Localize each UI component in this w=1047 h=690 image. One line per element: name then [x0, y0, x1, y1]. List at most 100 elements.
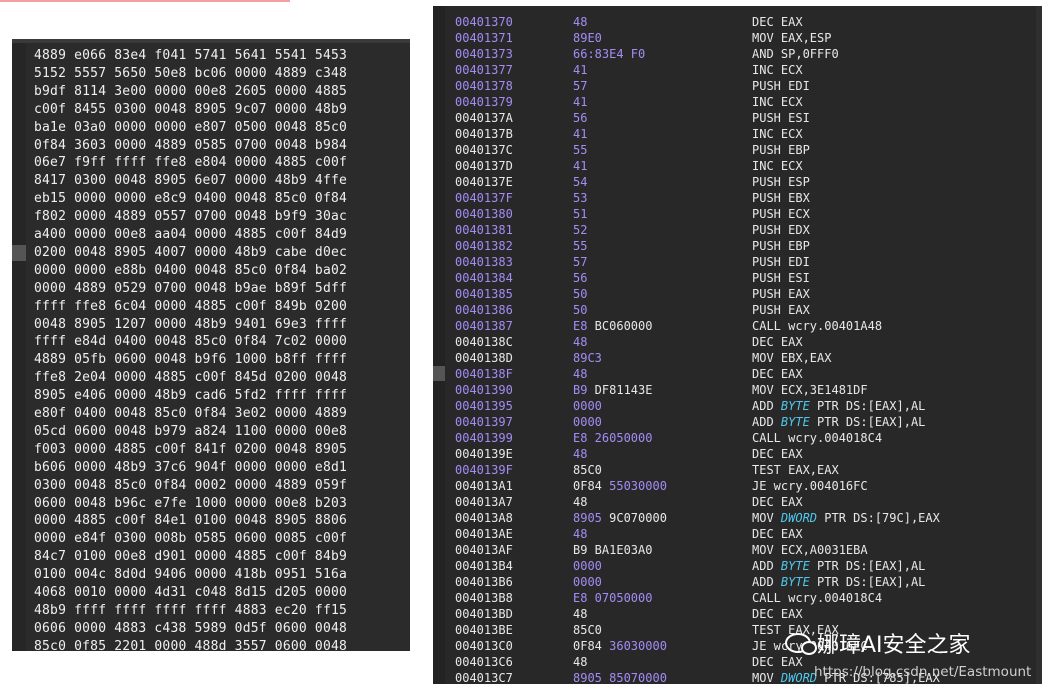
hex-line[interactable]: 8417 0300 0048 8905 6e07 0000 48b9 4ffe — [34, 172, 347, 190]
disasm-scrollbar[interactable] — [1036, 6, 1042, 684]
disasm-row[interactable]: 0040139F 85C0 TEST EAX,EAX — [433, 462, 1033, 478]
hex-line[interactable]: 84c7 0100 00e8 d901 0000 4885 c00f 84b9 — [34, 548, 347, 566]
disasm-row[interactable]: 004013B8 E8 07050000 CALL wcry.004018C4 — [433, 590, 1033, 606]
hex-line[interactable]: 48b9 ffff ffff ffff ffff 4883 ec20 ff15 — [34, 602, 347, 620]
disasm-address: 004013A7 — [455, 495, 513, 509]
disasm-row[interactable]: 0040137D 41 INC ECX — [433, 158, 1033, 174]
disasm-instruction: PUSH ESI — [752, 270, 810, 286]
disasm-row[interactable]: 0040137C 55 PUSH EBP — [433, 142, 1033, 158]
hex-line[interactable]: 85c0 0f85 2201 0000 488d 3557 0600 0048 — [34, 638, 347, 656]
disasm-instruction-text: PUSH ESP — [752, 175, 810, 189]
disasm-row[interactable]: 00401378 57 PUSH EDI — [433, 78, 1033, 94]
disasm-address: 00401399 — [455, 431, 513, 445]
disasm-row[interactable]: 0040138D 89C3 MOV EBX,EAX — [433, 350, 1033, 366]
hex-line[interactable]: f802 0000 4889 0557 0700 0048 b9f9 30ac — [34, 208, 347, 226]
disasm-row[interactable]: 004013AE 48 DEC EAX — [433, 526, 1033, 542]
disasm-row[interactable]: 004013A8 8905 9C070000 MOV DWORD PTR DS:[7… — [433, 510, 1033, 526]
disasm-row[interactable]: 00401399 E8 26050000 CALL wcry.004018C4 — [433, 430, 1033, 446]
disasm-row[interactable]: 00401395 0000 ADD BYTE PTR DS:[EAX],AL — [433, 398, 1033, 414]
hex-line[interactable]: b9df 8114 3e00 0000 00e8 2605 0000 4885 — [34, 83, 347, 101]
hex-line[interactable]: 0000 4885 c00f 84e1 0100 0048 8905 8806 — [34, 512, 347, 530]
disasm-row[interactable]: 00401385 50 PUSH EAX — [433, 286, 1033, 302]
hex-line[interactable]: b606 0000 48b9 37c6 904f 0000 0000 e8d1 — [34, 459, 347, 477]
hex-line[interactable]: 05cd 0600 0048 b979 a824 1100 0000 00e8 — [34, 423, 347, 441]
disasm-row[interactable]: 00401384 56 PUSH ESI — [433, 270, 1033, 286]
disasm-operand-bytes: 26050000 — [587, 431, 653, 445]
disasm-row[interactable]: 0040139E 48 DEC EAX — [433, 446, 1033, 462]
hex-line[interactable]: ba1e 03a0 0000 0000 e807 0500 0048 85c0 — [34, 119, 347, 137]
disasm-row[interactable]: 0040137F 53 PUSH EBX — [433, 190, 1033, 206]
disasm-opcode: 66:83E4 F0 — [573, 47, 646, 61]
hex-line[interactable]: 8905 e406 0000 48b9 cad6 5fd2 ffff ffff — [34, 387, 347, 405]
disasm-row[interactable]: 004013A7 48 DEC EAX — [433, 494, 1033, 510]
disasm-instruction: INC ECX — [752, 94, 803, 110]
disasm-row[interactable]: 00401397 0000 ADD BYTE PTR DS:[EAX],AL — [433, 414, 1033, 430]
disasm-row[interactable]: 0040138F 48 DEC EAX — [433, 366, 1033, 382]
hex-line[interactable]: 0600 0048 b96c e7fe 1000 0000 00e8 b203 — [34, 495, 347, 513]
disasm-row[interactable]: 004013B6 0000 ADD BYTE PTR DS:[EAX],AL — [433, 574, 1033, 590]
disasm-row[interactable]: 00401379 41 INC ECX — [433, 94, 1033, 110]
disasm-row[interactable]: 004013B4 0000 ADD BYTE PTR DS:[EAX],AL — [433, 558, 1033, 574]
disasm-row[interactable]: 00401390 B9 DF81143E MOV ECX,3E1481DF — [433, 382, 1033, 398]
disasm-row[interactable]: 00401373 66:83E4 F0 AND SP,0FFF0 — [433, 46, 1033, 62]
disasm-row[interactable]: 004013AF B9 BA1E03A0 MOV ECX,A0031EBA — [433, 542, 1033, 558]
disasm-opcode: 0000 — [573, 415, 602, 429]
disasm-row[interactable]: 004013A1 0F84 55030000 JE wcry.004016FC — [433, 478, 1033, 494]
disasm-address: 00401371 — [455, 31, 513, 45]
hex-line[interactable]: 4068 0010 0000 4d31 c048 8d15 d205 0000 — [34, 584, 347, 602]
disasm-bytes: 0000 — [573, 414, 602, 430]
disasm-instruction: PUSH ECX — [752, 206, 810, 222]
hex-line[interactable]: 0048 8905 1207 0000 48b9 9401 69e3 ffff — [34, 316, 347, 334]
disasm-address: 0040138F — [455, 367, 513, 381]
disasm-opcode: 0F84 — [573, 479, 602, 493]
hex-line[interactable]: c00f 8455 0300 0048 8905 9c07 0000 48b9 — [34, 101, 347, 119]
disasm-instruction-text: CALL wcry.004018C4 — [752, 431, 883, 445]
disasm-row[interactable]: 0040138C 48 DEC EAX — [433, 334, 1033, 350]
disasm-address: 00401381 — [455, 223, 513, 237]
disasm-row[interactable]: 0040137A 56 PUSH ESI — [433, 110, 1033, 126]
hex-line[interactable]: ffff ffe8 6c04 0000 4885 c00f 849b 0200 — [34, 298, 347, 316]
hex-line[interactable]: 0f84 3603 0000 4889 0585 0700 0048 b984 — [34, 137, 347, 155]
disasm-row[interactable]: 004013BD 48 DEC EAX — [433, 606, 1033, 622]
hex-line[interactable]: 0606 0000 4883 c438 5989 0d5f 0600 0048 — [34, 620, 347, 638]
hex-line[interactable]: 5152 5557 5650 50e8 bc06 0000 4889 c348 — [34, 65, 347, 83]
hex-line[interactable]: 06e7 f9ff ffff ffe8 e804 0000 4885 c00f — [34, 154, 347, 172]
hex-line[interactable]: 0300 0048 85c0 0f84 0002 0000 4889 059f — [34, 477, 347, 495]
disasm-row[interactable]: 00401386 50 PUSH EAX — [433, 302, 1033, 318]
disasm-instruction: PUSH EAX — [752, 302, 810, 318]
disasm-row[interactable]: 00401387 E8 BC060000 CALL wcry.00401A48 — [433, 318, 1033, 334]
disasm-row[interactable]: 00401382 55 PUSH EBP — [433, 238, 1033, 254]
disasm-bytes: 53 — [573, 190, 587, 206]
disasm-opcode: 52 — [573, 223, 588, 237]
disasm-row[interactable]: 00401370 48 DEC EAX — [433, 14, 1033, 30]
hex-line[interactable]: 4889 e066 83e4 f041 5741 5641 5541 5453 — [34, 47, 347, 65]
disasm-opcode: E8 — [573, 319, 588, 333]
disasm-bytes: E8 BC060000 — [573, 318, 652, 334]
disasm-address: 004013BE — [455, 623, 513, 637]
hex-line[interactable]: ffe8 2e04 0000 4885 c00f 845d 0200 0048 — [34, 369, 347, 387]
disasm-row[interactable]: 0040137E 54 PUSH ESP — [433, 174, 1033, 190]
hex-line[interactable]: eb15 0000 0000 e8c9 0400 0048 85c0 0f84 — [34, 190, 347, 208]
disasm-instruction: ADD BYTE PTR DS:[EAX],AL — [752, 398, 925, 414]
disasm-opcode: 41 — [573, 127, 588, 141]
hex-line[interactable]: e80f 0400 0048 85c0 0f84 3e02 0000 4889 — [34, 405, 347, 423]
disasm-instruction-text: MOV EAX,ESP — [752, 31, 832, 45]
hex-line[interactable]: f003 0000 4885 c00f 841f 0200 0048 8905 — [34, 441, 347, 459]
disasm-row[interactable]: 00401383 57 PUSH EDI — [433, 254, 1033, 270]
disasm-instruction-text: MOV ECX,3E1481DF — [752, 383, 868, 397]
disasm-row[interactable]: 00401377 41 INC ECX — [433, 62, 1033, 78]
hex-line[interactable]: 0100 004c 8d0d 9406 0000 418b 0951 516a — [34, 566, 347, 584]
disasm-row[interactable]: 00401381 52 PUSH EDX — [433, 222, 1033, 238]
hex-line[interactable]: ffff e84d 0400 0048 85c0 0f84 7c02 0000 — [34, 333, 347, 351]
hex-line[interactable]: a400 0000 00e8 aa04 0000 4885 c00f 84d9 — [34, 226, 347, 244]
hex-line[interactable]: 0000 4889 0529 0700 0048 b9ae b89f 5dff — [34, 280, 347, 298]
disasm-row[interactable]: 00401380 51 PUSH ECX — [433, 206, 1033, 222]
hex-line[interactable]: 0000 e84f 0300 008b 0585 0600 0085 c00f — [34, 530, 347, 548]
disasm-row[interactable]: 00401371 89E0 MOV EAX,ESP — [433, 30, 1033, 46]
disasm-address: 00401397 — [455, 415, 513, 429]
hex-line[interactable]: 0200 0048 8905 4007 0000 48b9 cabe d0ec — [34, 244, 347, 262]
hex-line[interactable]: 4889 05fb 0600 0048 b9f6 1000 b8ff ffff — [34, 351, 347, 369]
disasm-row[interactable]: 0040137B 41 INC ECX — [433, 126, 1033, 142]
hex-line[interactable]: 0000 0000 e88b 0400 0048 85c0 0f84 ba02 — [34, 262, 347, 280]
hex-line-marker — [12, 245, 26, 261]
